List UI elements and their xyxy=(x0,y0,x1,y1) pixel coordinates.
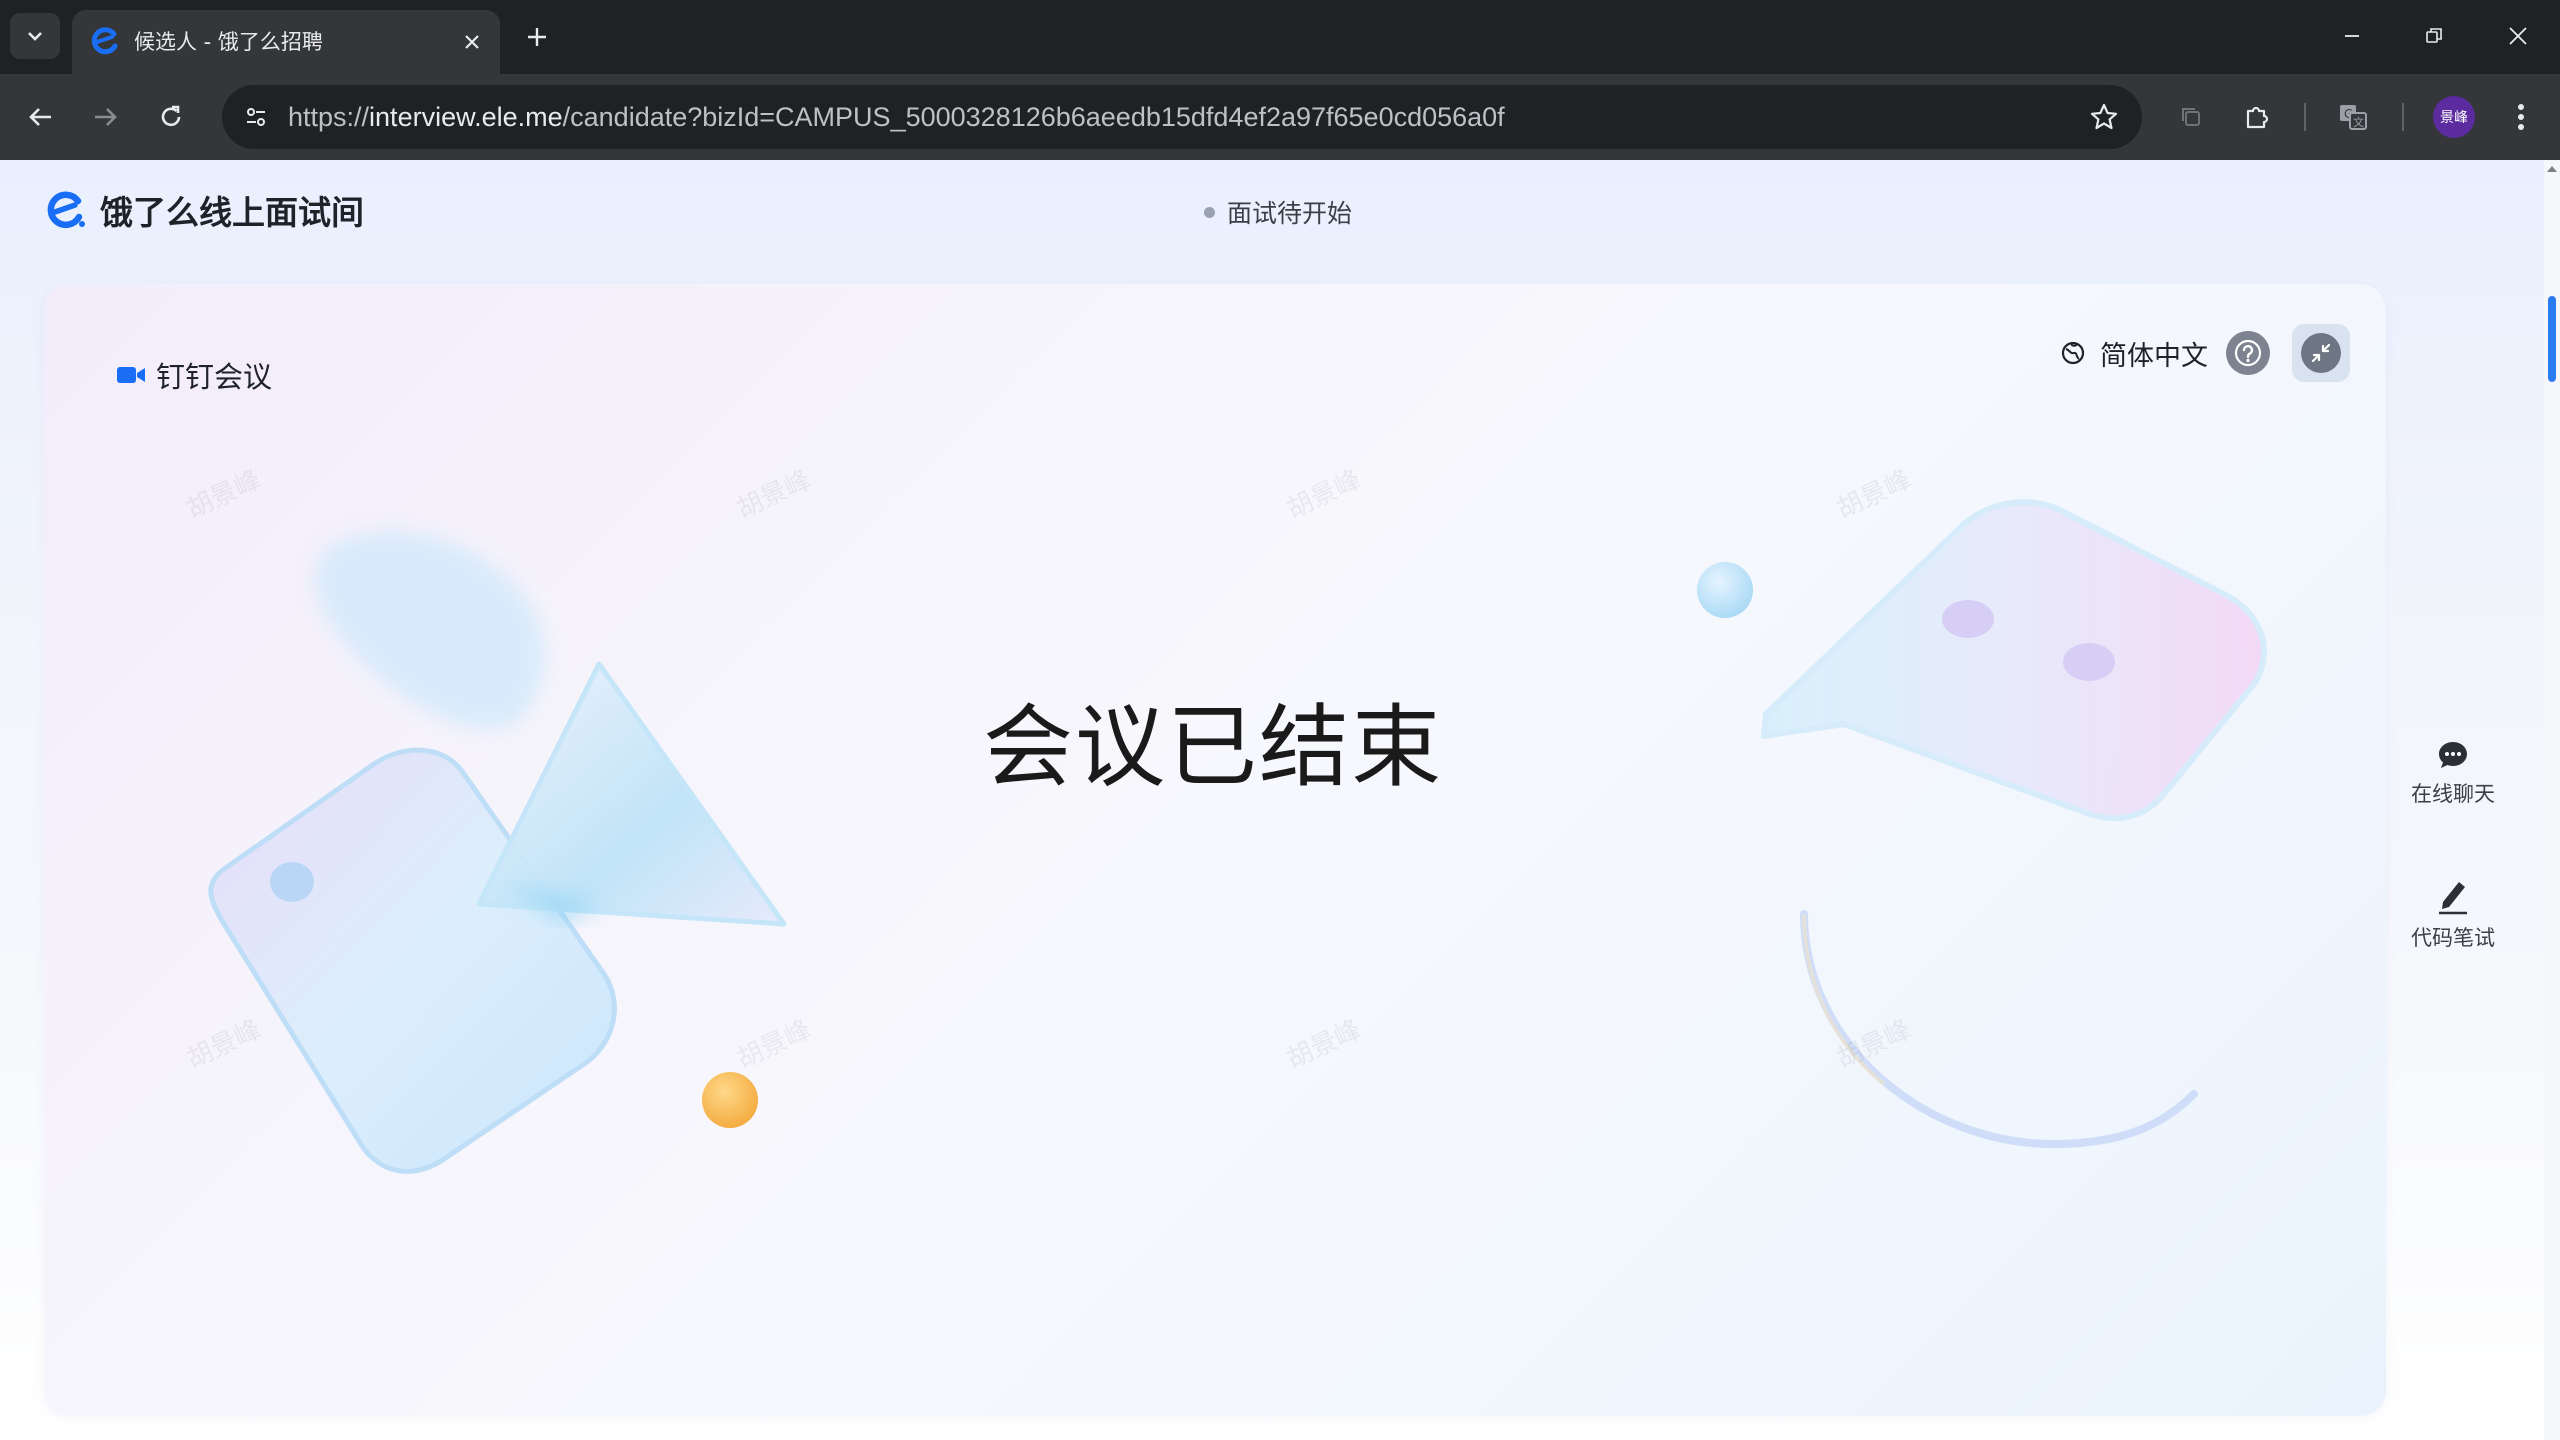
scrollbar-thumb[interactable] xyxy=(2548,296,2556,382)
restore-icon xyxy=(2426,28,2442,43)
browser-menu-button[interactable] xyxy=(2498,94,2544,140)
brand-name: 饿了么线上面试间 xyxy=(100,193,364,232)
browser-tab-bar: 候选人 - 饿了么招聘 xyxy=(0,0,2560,74)
language-switcher[interactable]: 简体中文 xyxy=(2060,334,2208,373)
minimize-icon xyxy=(2345,35,2359,37)
extensions-button[interactable] xyxy=(2234,94,2280,140)
browser-tab-active[interactable]: 候选人 - 饿了么招聘 xyxy=(72,10,500,74)
more-vertical-icon xyxy=(2518,104,2524,130)
meeting-platform-text: 钉钉会议 xyxy=(156,360,273,394)
reload-button[interactable] xyxy=(148,94,194,140)
translate-button[interactable]: G文 xyxy=(2330,94,2376,140)
help-button[interactable] xyxy=(2226,331,2270,375)
restore-button[interactable] xyxy=(2404,10,2464,62)
collapse-arrows-icon xyxy=(2311,343,2331,363)
decorative-illustration xyxy=(208,499,2267,1174)
globe-icon xyxy=(2061,341,2085,365)
question-mark-icon xyxy=(2234,339,2262,367)
status-text: 面试待开始 xyxy=(1227,199,1353,228)
page-scrollbar[interactable] xyxy=(2544,160,2560,1440)
code-test-label: 代码笔试 xyxy=(2411,926,2495,950)
toolbar-divider xyxy=(2304,103,2306,131)
translate-icon: G文 xyxy=(2340,105,2367,130)
new-tab-button[interactable] xyxy=(516,16,558,58)
tune-icon xyxy=(247,108,265,126)
card-toolbar: 简体中文 xyxy=(2060,324,2350,382)
url-path: /candidate?bizId=CAMPUS_5000328126b6aeed… xyxy=(562,102,1505,132)
interview-status: 面试待开始 xyxy=(1204,194,1352,230)
close-window-button[interactable] xyxy=(2488,10,2548,62)
exit-fullscreen-button[interactable] xyxy=(2292,324,2350,382)
tab-title: 候选人 - 饿了么招聘 xyxy=(134,30,323,54)
meeting-card: 胡景峰 胡景峰 胡景峰 胡景峰 胡景峰 胡景峰 胡景峰 胡景峰 钉钉会议 简体中… xyxy=(44,284,2386,1416)
tab-close-button[interactable] xyxy=(456,26,488,58)
tab-search-button[interactable] xyxy=(10,13,60,59)
chat-bubble-icon xyxy=(2439,742,2467,768)
close-icon xyxy=(465,35,479,49)
address-bar[interactable]: https://interview.ele.me/candidate?bizId… xyxy=(222,85,2142,149)
svg-text:文: 文 xyxy=(2353,115,2364,129)
plus-icon xyxy=(528,28,546,46)
url-text[interactable]: https://interview.ele.me/candidate?bizId… xyxy=(288,85,1505,149)
language-label: 简体中文 xyxy=(2100,340,2208,372)
page-content: 饿了么线上面试间 面试待开始 胡景峰 胡景峰 胡景峰 胡景峰 胡景峰 胡景峰 胡… xyxy=(0,160,2544,1440)
meeting-ended-title: 会议已结束 xyxy=(44,674,2386,804)
chevron-down-icon xyxy=(28,32,42,41)
bookmark-star-button[interactable] xyxy=(2084,97,2124,137)
reload-icon xyxy=(161,105,181,127)
online-chat-button[interactable]: 在线聊天 xyxy=(2398,738,2508,808)
eleme-logo-icon xyxy=(91,27,118,55)
minimize-button[interactable] xyxy=(2322,10,2382,62)
arrow-right-icon xyxy=(95,108,117,126)
browser-toolbar: https://interview.ele.me/candidate?bizId… xyxy=(0,74,2560,160)
exit-fullscreen-circle xyxy=(2301,333,2341,373)
url-host: interview.ele.me xyxy=(369,102,563,132)
meeting-platform-label: 钉钉会议 xyxy=(116,354,272,396)
forward-button[interactable] xyxy=(82,94,128,140)
online-chat-label: 在线聊天 xyxy=(2411,782,2495,806)
arrow-left-icon xyxy=(29,108,51,126)
back-button[interactable] xyxy=(18,94,64,140)
brand: 饿了么线上面试间 xyxy=(42,186,364,234)
star-icon xyxy=(2090,103,2118,130)
meeting-ended-text: 会议已结束 xyxy=(983,695,1443,800)
scroll-up-arrow[interactable] xyxy=(2547,166,2557,172)
profile-avatar[interactable]: 景峰 xyxy=(2433,96,2475,138)
status-dot xyxy=(1204,206,1215,218)
tab-groups-button[interactable] xyxy=(2168,94,2214,140)
puzzle-icon xyxy=(2246,106,2269,129)
video-camera-icon xyxy=(117,367,145,383)
copy-icon xyxy=(2182,108,2200,126)
url-scheme: https:// xyxy=(288,102,370,132)
site-info-button[interactable] xyxy=(234,95,278,139)
close-icon xyxy=(2509,27,2527,45)
pencil-icon xyxy=(2439,882,2467,915)
eleme-logo-icon xyxy=(47,191,85,229)
code-test-button[interactable]: 代码笔试 xyxy=(2398,876,2508,952)
toolbar-divider xyxy=(2402,103,2404,131)
